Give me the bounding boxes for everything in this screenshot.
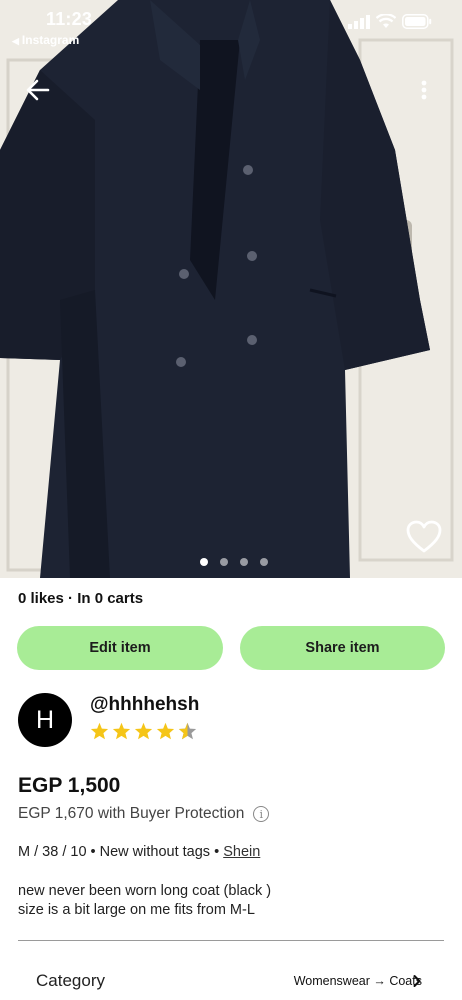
star-half-icon bbox=[178, 722, 197, 740]
buyer-protection-price[interactable]: EGP 1,670 with Buyer Protection i bbox=[18, 805, 270, 823]
item-details: M / 38 / 10 • New without tags • Shein bbox=[18, 844, 260, 860]
back-triangle-icon: ◀ bbox=[12, 36, 19, 46]
edit-item-button[interactable]: Edit item bbox=[17, 626, 223, 670]
seller-username[interactable]: @hhhhehsh bbox=[90, 694, 199, 716]
info-icon[interactable]: i bbox=[253, 806, 270, 822]
description-line: new never been worn long coat (black ) bbox=[18, 883, 272, 899]
page-dot[interactable] bbox=[260, 558, 268, 566]
seller-rating bbox=[90, 722, 197, 740]
listing-photo[interactable]: 11:23 ◀ Instagram bbox=[0, 0, 462, 578]
category-label: Category bbox=[36, 971, 105, 990]
signal-icon bbox=[348, 14, 370, 29]
star-full-icon bbox=[134, 722, 153, 740]
description-line: size is a bit large on me fits from M-L bbox=[18, 902, 255, 918]
divider bbox=[18, 940, 444, 941]
star-full-icon bbox=[156, 722, 175, 740]
page-dot[interactable] bbox=[240, 558, 248, 566]
back-app-label: Instagram bbox=[21, 33, 80, 47]
likes-carts-stats: 0 likes · In 0 carts bbox=[18, 590, 144, 607]
coat-photo bbox=[0, 0, 462, 578]
status-icons bbox=[348, 14, 432, 29]
status-time: 11:23 bbox=[46, 9, 93, 29]
size-condition-text: M / 38 / 10 • New without tags • bbox=[18, 844, 220, 860]
back-to-app-link[interactable]: ◀ Instagram bbox=[12, 33, 79, 47]
chevron-right-icon[interactable] bbox=[412, 974, 422, 988]
page-dot-active[interactable] bbox=[200, 558, 208, 566]
status-bar: 11:23 ◀ Instagram bbox=[0, 0, 462, 52]
photo-page-indicator bbox=[200, 558, 268, 566]
star-full-icon bbox=[112, 722, 131, 740]
share-item-button[interactable]: Share item bbox=[240, 626, 445, 670]
category-value[interactable]: Womenswear → Coats bbox=[294, 974, 422, 988]
battery-icon bbox=[402, 14, 432, 29]
buyer-protection-text: EGP 1,670 with Buyer Protection bbox=[18, 805, 245, 822]
wifi-icon bbox=[376, 14, 396, 28]
back-arrow-icon[interactable] bbox=[22, 74, 54, 106]
more-options-icon[interactable] bbox=[412, 74, 436, 106]
item-description: new never been worn long coat (black ) s… bbox=[18, 882, 271, 920]
item-price: EGP 1,500 bbox=[18, 774, 121, 797]
heart-icon[interactable] bbox=[404, 518, 444, 556]
page-dot[interactable] bbox=[220, 558, 228, 566]
brand-link[interactable]: Shein bbox=[223, 844, 260, 860]
seller-avatar[interactable]: H bbox=[18, 693, 72, 747]
star-full-icon bbox=[90, 722, 109, 740]
